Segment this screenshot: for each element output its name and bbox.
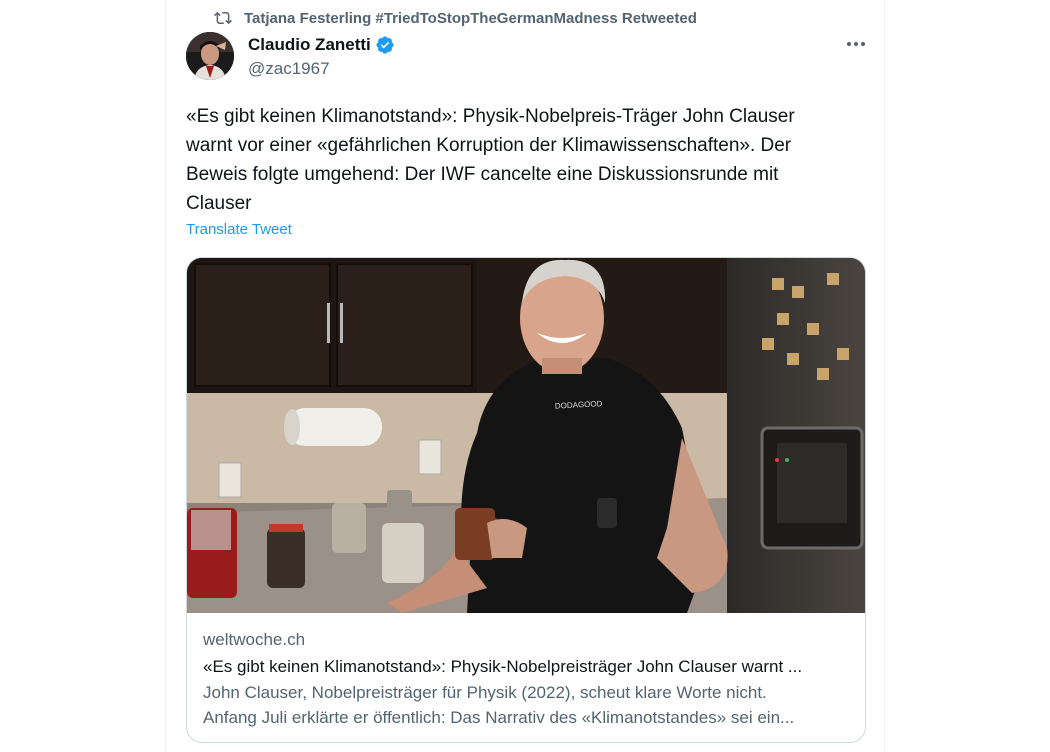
verified-badge-icon <box>376 36 394 54</box>
author-name[interactable]: Claudio Zanetti <box>248 35 371 55</box>
retweet-context[interactable]: Tatjana Festerling #TriedToStopTheGerman… <box>214 8 697 28</box>
link-preview-card[interactable]: DODAGOOD weltwoche.ch «Es gibt keinen Kl… <box>186 257 866 743</box>
article-photo: DODAGOOD <box>187 258 865 613</box>
card-description: John Clauser, Nobelpreisträger für Physi… <box>203 680 851 730</box>
author-handle[interactable]: @zac1967 <box>248 59 395 79</box>
avatar[interactable] <box>186 32 234 80</box>
author-name-row: Claudio Zanetti <box>248 33 395 57</box>
translate-tweet-link[interactable]: Translate Tweet <box>186 221 292 238</box>
card-title: «Es gibt keinen Klimanotstand»: Physik-N… <box>203 657 803 676</box>
retweet-label: Tatjana Festerling #TriedToStopTheGerman… <box>244 9 697 27</box>
tweet-text: «Es gibt keinen Klimanotstand»: Physik-N… <box>186 106 795 214</box>
card-description-line: Anfang Juli erklärte er öffentlich: Das … <box>203 708 795 727</box>
more-icon <box>847 42 865 46</box>
timeline-column: Tatjana Festerling #TriedToStopTheGerman… <box>165 0 885 752</box>
card-domain: weltwoche.ch <box>203 630 306 649</box>
card-description-line: John Clauser, Nobelpreisträger für Physi… <box>203 683 767 702</box>
card-info: weltwoche.ch «Es gibt keinen Klimanotsta… <box>203 626 851 730</box>
retweet-icon <box>214 11 232 25</box>
author-block: Claudio Zanetti @zac1967 <box>248 33 395 79</box>
more-options-button[interactable] <box>844 34 868 54</box>
